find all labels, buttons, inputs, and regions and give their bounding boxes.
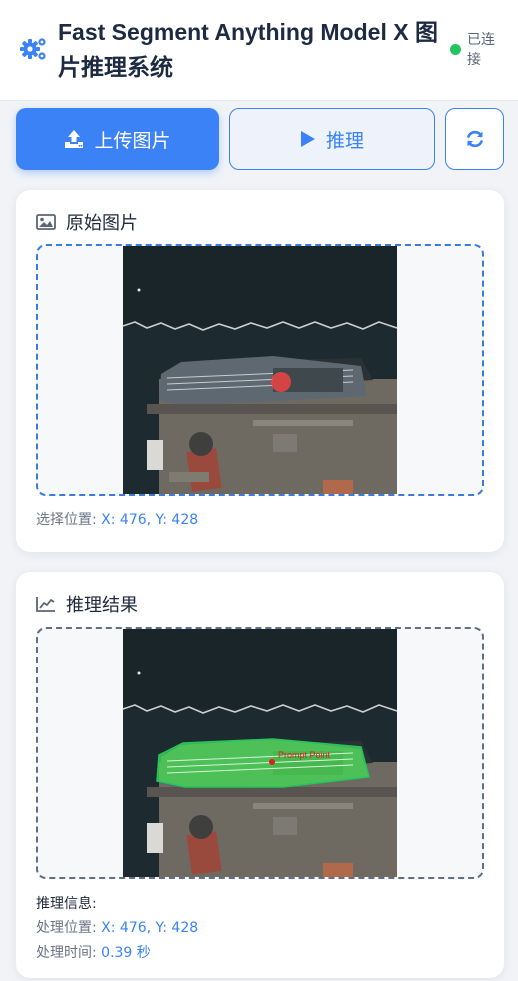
selected-position-label: 选择位置:	[36, 512, 97, 528]
gears-icon	[20, 38, 46, 60]
processed-position-value: X: 476, Y: 428	[101, 920, 199, 936]
app-header: Fast Segment Anything Model X 图片推理系统 已连接	[0, 0, 518, 101]
image-icon	[36, 214, 56, 230]
original-image-header: 原始图片	[36, 210, 138, 234]
selected-position-value: X: 476, Y: 428	[101, 512, 199, 528]
page-title: Fast Segment Anything Model X 图片推理系统	[58, 19, 438, 80]
result-title: 推理结果	[66, 595, 138, 616]
chart-line-icon	[36, 597, 55, 612]
result-card: 推理结果 Prompt Point 推理信息: 处理位置: X: 476, Y:…	[16, 572, 504, 978]
original-image-title: 原始图片	[66, 213, 138, 234]
play-icon	[300, 131, 315, 147]
result-image-frame: Prompt Point	[36, 627, 484, 879]
upload-button-label: 上传图片	[94, 129, 171, 152]
infer-button[interactable]: 推理	[229, 108, 435, 170]
infer-button-label: 推理	[325, 129, 364, 152]
original-image-card: 原始图片 选择位置: X: 476, Y: 428	[16, 190, 504, 552]
original-image-dropzone[interactable]	[36, 244, 484, 496]
connection-status: 已连接	[450, 30, 510, 70]
refresh-button[interactable]	[445, 108, 504, 170]
result-info-heading: 推理信息:	[36, 896, 97, 912]
status-text: 已连接	[467, 32, 495, 68]
prompt-point-label: Prompt Point	[278, 750, 331, 760]
upload-button[interactable]: 上传图片	[16, 108, 219, 170]
result-header: 推理结果	[36, 592, 138, 616]
original-image[interactable]	[123, 244, 397, 496]
processing-time-value: 0.39 秒	[101, 945, 151, 961]
processing-time-label: 处理时间:	[36, 945, 97, 961]
refresh-icon	[466, 130, 483, 148]
upload-icon	[65, 130, 84, 148]
processing-time: 处理时间: 0.39 秒	[36, 943, 151, 963]
processed-position-label: 处理位置:	[36, 920, 97, 936]
selected-position: 选择位置: X: 476, Y: 428	[36, 510, 198, 530]
result-image: Prompt Point	[123, 629, 397, 877]
status-dot-icon	[450, 44, 461, 55]
processed-position: 处理位置: X: 476, Y: 428	[36, 918, 198, 938]
